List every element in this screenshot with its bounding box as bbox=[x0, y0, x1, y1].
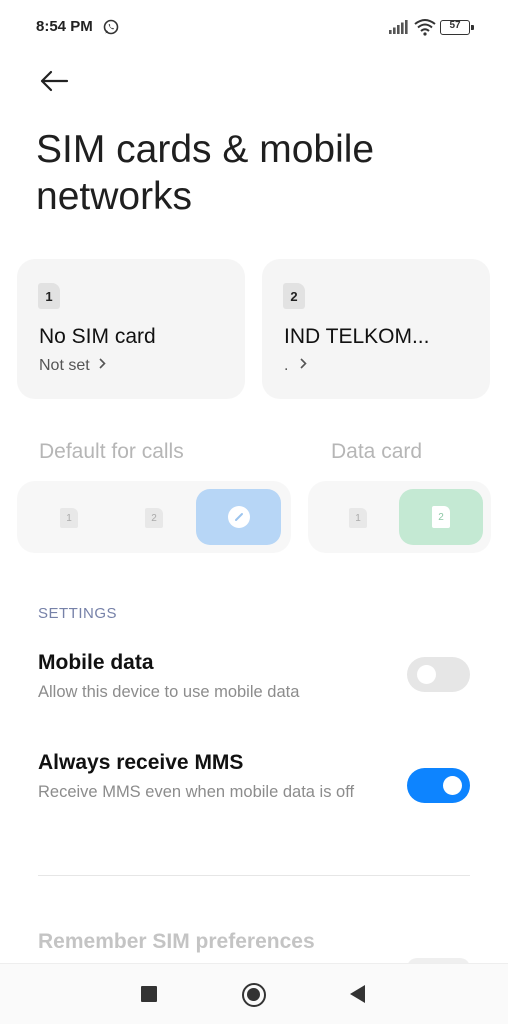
back-triangle-icon[interactable] bbox=[350, 985, 365, 1003]
toggle-knob bbox=[443, 776, 462, 795]
mobile-data-title: Mobile data bbox=[38, 651, 154, 674]
sim-name: IND TELKOM... bbox=[284, 325, 430, 348]
battery-icon: 57 bbox=[440, 20, 474, 35]
calls-option-ask-selected[interactable] bbox=[196, 489, 281, 545]
calls-option-sim-2[interactable]: 2 bbox=[145, 508, 163, 528]
chevron-right-icon bbox=[99, 358, 106, 369]
sim-status-text: . bbox=[284, 357, 289, 374]
mobile-data-subtitle: Allow this device to use mobile data bbox=[38, 683, 300, 701]
data-option-sim-2-selected[interactable]: 2 bbox=[399, 489, 483, 545]
sim-icon: 2 bbox=[432, 506, 450, 528]
wifi-icon bbox=[414, 19, 436, 36]
battery-level: 57 bbox=[449, 20, 461, 31]
calls-option-sim-1[interactable]: 1 bbox=[60, 508, 78, 528]
page-title: SIM cards & mobile networks bbox=[36, 128, 375, 218]
sim-card-2[interactable]: 2 IND TELKOM... . bbox=[262, 259, 490, 399]
sim-status-text: Not set bbox=[39, 357, 90, 374]
whatsapp-icon bbox=[103, 19, 119, 35]
sim-card-1[interactable]: 1 No SIM card Not set bbox=[17, 259, 245, 399]
mobile-data-toggle[interactable] bbox=[407, 657, 470, 692]
chevron-right-icon bbox=[300, 358, 307, 369]
sim-name: No SIM card bbox=[39, 325, 156, 348]
divider bbox=[38, 875, 470, 876]
always-mms-title: Always receive MMS bbox=[38, 751, 244, 774]
default-calls-label: Default for calls bbox=[39, 440, 184, 463]
sim-status: . bbox=[284, 357, 308, 375]
pencil-icon bbox=[227, 506, 250, 528]
sim-slot-badge: 1 bbox=[38, 283, 60, 309]
settings-section-header: SETTINGS bbox=[38, 605, 118, 622]
status-bar: 8:54 PM 57 bbox=[0, 0, 508, 56]
data-card-selector: 1 2 bbox=[308, 481, 491, 553]
signal-icon bbox=[389, 20, 408, 34]
toggle-knob bbox=[417, 665, 436, 684]
navigation-bar bbox=[0, 963, 508, 1024]
data-card-label: Data card bbox=[331, 440, 423, 463]
sim-slot-badge: 2 bbox=[283, 283, 305, 309]
recents-square-icon[interactable] bbox=[141, 986, 157, 1002]
home-circle-icon[interactable] bbox=[242, 983, 266, 1007]
sim-status: Not set bbox=[39, 357, 107, 375]
default-calls-selector: 1 2 bbox=[17, 481, 291, 553]
arrow-left-icon bbox=[40, 70, 69, 92]
data-option-sim-1[interactable]: 1 bbox=[349, 508, 367, 528]
remember-sim-title[interactable]: Remember SIM preferences bbox=[38, 930, 315, 954]
always-mms-toggle[interactable] bbox=[407, 768, 470, 803]
back-button[interactable] bbox=[34, 64, 74, 98]
always-mms-subtitle: Receive MMS even when mobile data is off bbox=[38, 783, 355, 801]
status-time: 8:54 PM bbox=[36, 18, 93, 35]
